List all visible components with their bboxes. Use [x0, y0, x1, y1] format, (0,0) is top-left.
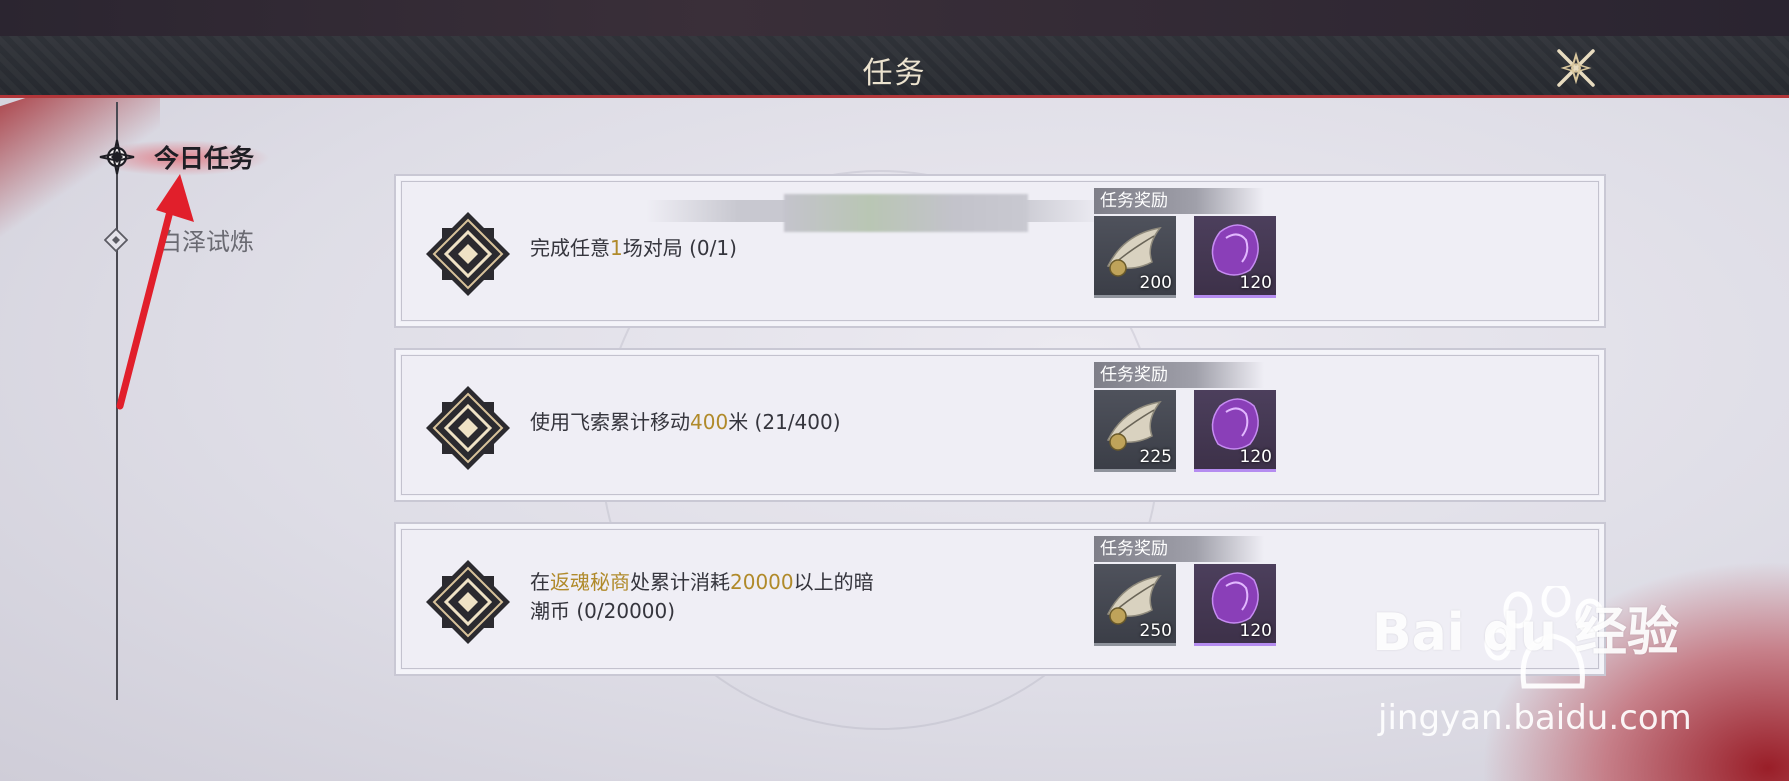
quest-text: 潮币 (0/20000)	[530, 599, 676, 623]
quest-emblem-icon	[426, 212, 510, 296]
page-title: 任务	[862, 56, 927, 91]
reward-item[interactable]: 120	[1194, 390, 1276, 472]
close-button[interactable]	[1554, 46, 1598, 90]
quest-text: 场对局 (0/1)	[622, 236, 737, 260]
reward-item[interactable]: 225	[1094, 390, 1176, 472]
reward-label: 任务奖励	[1094, 362, 1264, 388]
reward-item[interactable]: 200	[1094, 216, 1176, 298]
reward-item[interactable]: 250	[1094, 564, 1176, 646]
watermark-url: jingyan.baidu.com	[1378, 698, 1692, 738]
quest-line: 潮币 (0/20000)	[530, 597, 874, 626]
reward-count: 120	[1239, 447, 1272, 467]
blurred-overlay	[784, 194, 1028, 232]
quest-card: 使用飞索累计移动400米 (21/400) 任务奖励 225 120	[394, 348, 1606, 502]
quest-highlight: 1	[610, 236, 623, 260]
reward-label: 任务奖励	[1094, 536, 1264, 562]
quest-emblem-icon	[426, 386, 510, 470]
reward-label: 任务奖励	[1094, 188, 1264, 214]
watermark-brand: Bai du 经验	[1372, 603, 1679, 663]
reward-count: 225	[1139, 447, 1172, 467]
reward-count: 250	[1139, 621, 1172, 641]
quest-text: 在	[530, 570, 550, 594]
reward-count: 200	[1139, 273, 1172, 293]
top-strip	[0, 0, 1789, 36]
quest-text: 完成任意	[530, 236, 610, 260]
quest-text: 米 (21/400)	[728, 410, 841, 434]
reward-count: 120	[1239, 273, 1272, 293]
quest-description: 在返魂秘商处累计消耗20000以上的暗 潮币 (0/20000)	[530, 568, 874, 626]
quest-highlight: 返魂秘商	[550, 570, 630, 594]
quest-text: 使用飞索累计移动	[530, 410, 690, 434]
quest-line: 在返魂秘商处累计消耗20000以上的暗	[530, 568, 874, 597]
reward-count: 120	[1239, 621, 1272, 641]
quest-text: 处累计消耗	[630, 570, 730, 594]
reward-item[interactable]: 120	[1194, 216, 1276, 298]
quest-card: 完成任意1场对局 (0/1) 任务奖励 200 120	[394, 174, 1606, 328]
quest-highlight: 400	[690, 410, 729, 434]
close-icon	[1557, 49, 1595, 87]
quest-screen: 任务 今日任务 白泽试炼 完成任意1场对局 (0/1) 任务奖励 200 120…	[0, 0, 1789, 781]
quest-text: 以上的暗	[793, 570, 874, 594]
quest-description: 完成任意1场对局 (0/1)	[530, 234, 737, 263]
quest-emblem-icon	[426, 560, 510, 644]
annotation-arrow-icon	[116, 174, 194, 410]
quest-highlight: 20000	[730, 570, 794, 594]
reward-item[interactable]: 120	[1194, 564, 1276, 646]
quest-description: 使用飞索累计移动400米 (21/400)	[530, 408, 841, 437]
header-bar: 任务	[0, 36, 1789, 98]
